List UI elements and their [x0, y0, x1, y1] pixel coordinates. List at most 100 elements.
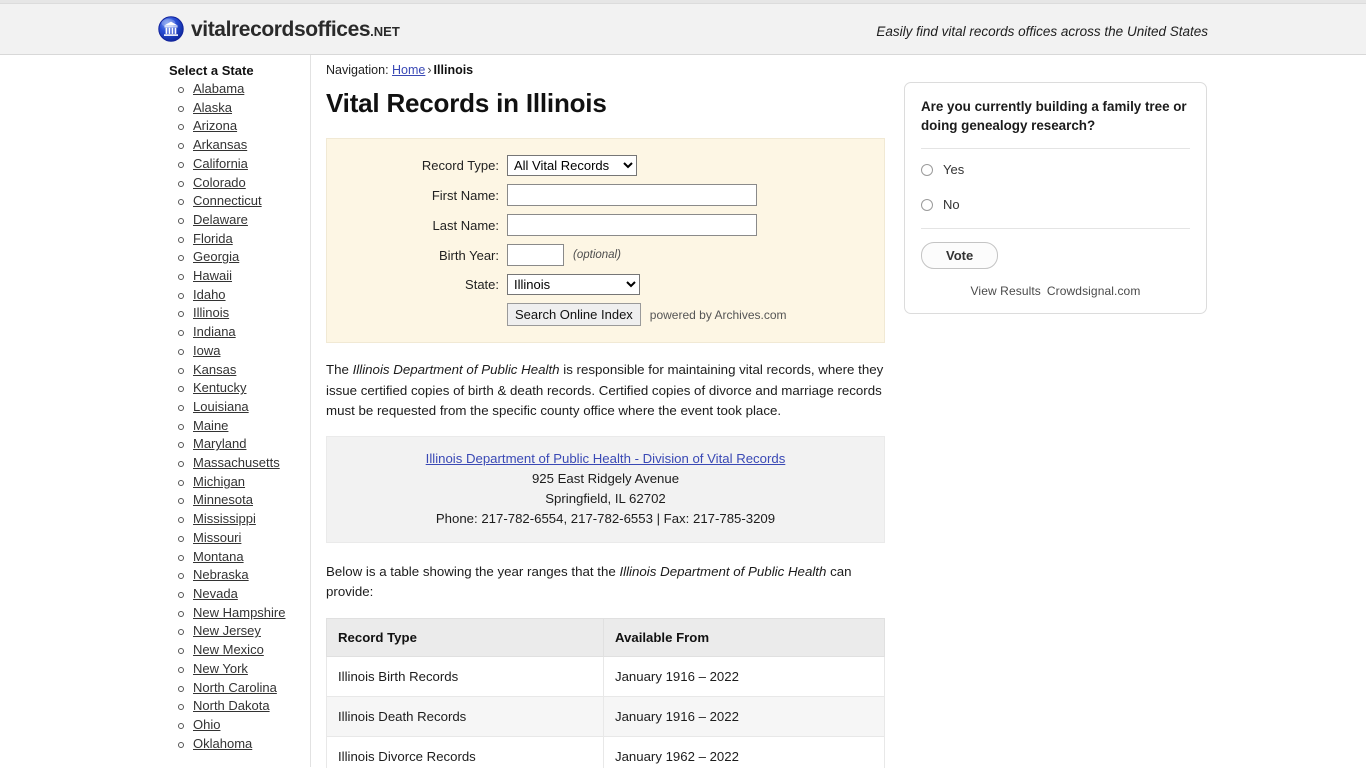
state-link-hawaii[interactable]: Hawaii	[193, 268, 232, 283]
view-results-link[interactable]: View Results	[971, 284, 1041, 298]
state-link-mississippi[interactable]: Mississippi	[193, 511, 256, 526]
list-item: Louisiana	[175, 398, 310, 417]
state-link-new-mexico[interactable]: New Mexico	[193, 642, 264, 657]
state-link-nevada[interactable]: Nevada	[193, 586, 238, 601]
state-link-illinois[interactable]: Illinois	[193, 305, 229, 320]
vote-button[interactable]: Vote	[921, 242, 999, 269]
birth-year-row: Birth Year: (optional)	[327, 244, 884, 266]
list-item: Indiana	[175, 323, 310, 342]
list-item: Kentucky	[175, 379, 310, 398]
state-link-new-jersey[interactable]: New Jersey	[193, 623, 261, 638]
state-link-georgia[interactable]: Georgia	[193, 249, 239, 264]
state-link-arizona[interactable]: Arizona	[193, 118, 237, 133]
state-link-indiana[interactable]: Indiana	[193, 324, 236, 339]
list-item: Nebraska	[175, 566, 310, 585]
breadcrumb-prefix: Navigation:	[326, 63, 389, 77]
crowdsignal-link[interactable]: Crowdsignal.com	[1047, 284, 1141, 298]
state-link-alabama[interactable]: Alabama	[193, 81, 244, 96]
state-link-idaho[interactable]: Idaho	[193, 287, 226, 302]
list-item: Hawaii	[175, 267, 310, 286]
list-item: New Hampshire	[175, 604, 310, 623]
list-item: Maine	[175, 417, 310, 436]
brand-name: vitalrecordsoffices.NET	[191, 17, 400, 41]
poll-option-label: No	[943, 197, 960, 212]
poll-option-no[interactable]: No	[921, 197, 1190, 212]
state-link-alaska[interactable]: Alaska	[193, 100, 232, 115]
records-availability-table: Record Type Available From Illinois Birt…	[326, 617, 885, 768]
list-item: Ohio	[175, 716, 310, 735]
state-link-north-carolina[interactable]: North Carolina	[193, 680, 277, 695]
agency-city-state-zip: Springfield, IL 62702	[545, 490, 666, 506]
breadcrumb: Navigation: Home › Illinois	[326, 63, 886, 77]
state-link-connecticut[interactable]: Connecticut	[193, 193, 262, 208]
list-item: North Dakota	[175, 697, 310, 716]
list-item: Massachusetts	[175, 454, 310, 473]
site-tagline: Easily find vital records offices across…	[876, 24, 1208, 39]
list-item: Michigan	[175, 473, 310, 492]
list-item: North Carolina	[175, 679, 310, 698]
state-link-massachusetts[interactable]: Massachusetts	[193, 455, 280, 470]
state-select[interactable]: Illinois	[507, 274, 640, 295]
radio-button-icon[interactable]	[921, 163, 933, 176]
agency-website-link[interactable]: Illinois Department of Public Health - D…	[426, 451, 786, 466]
state-link-nebraska[interactable]: Nebraska	[193, 567, 249, 582]
main-column: Navigation: Home › Illinois Vital Records …	[326, 63, 886, 768]
birth-year-label: Birth Year:	[439, 247, 499, 263]
state-link-iowa[interactable]: Iowa	[193, 343, 220, 358]
state-link-kansas[interactable]: Kansas	[193, 362, 236, 377]
agency-address-block: Illinois Department of Public Health - D…	[326, 435, 885, 543]
state-link-ohio[interactable]: Ohio	[193, 717, 220, 732]
list-item: California	[175, 155, 310, 174]
list-item: Connecticut	[175, 192, 310, 211]
site-logo[interactable]: vitalrecordsoffices.NET	[158, 16, 400, 42]
genealogy-poll-widget: Are you currently building a family tree…	[904, 82, 1207, 314]
intro-paragraph: The Illinois Department of Public Health…	[326, 360, 884, 422]
page-title: Vital Records in Illinois	[326, 88, 607, 118]
state-link-montana[interactable]: Montana	[193, 549, 244, 564]
search-online-index-button[interactable]: Search Online Index	[507, 303, 641, 326]
list-item: Florida	[175, 230, 310, 249]
state-link-florida[interactable]: Florida	[193, 231, 233, 246]
poll-option-yes[interactable]: Yes	[921, 162, 1190, 177]
aside-column: Are you currently building a family tree…	[904, 82, 1207, 314]
state-link-oklahoma[interactable]: Oklahoma	[193, 736, 252, 751]
state-link-missouri[interactable]: Missouri	[193, 530, 241, 545]
record-type-select[interactable]: All Vital Records	[507, 155, 637, 176]
agency-phone-fax: Phone: 217-782-6554, 217-782-6553 | Fax:…	[435, 510, 776, 526]
state-link-new-hampshire[interactable]: New Hampshire	[193, 605, 285, 620]
last-name-input[interactable]	[507, 214, 757, 236]
table-body: Illinois Birth Records January 1916 – 202…	[326, 655, 885, 768]
state-link-north-dakota[interactable]: North Dakota	[193, 698, 270, 713]
breadcrumb-home-link[interactable]: Home	[392, 63, 425, 77]
list-item: Arizona	[175, 117, 310, 136]
state-row: State: Illinois	[327, 274, 884, 295]
first-name-row: First Name:	[327, 184, 884, 206]
state-link-maryland[interactable]: Maryland	[193, 436, 246, 451]
list-item: Colorado	[175, 174, 310, 193]
submit-row: Search Online Index powered by Archives.…	[327, 303, 884, 326]
state-link-michigan[interactable]: Michigan	[193, 474, 245, 489]
page-body: Select a State Alabama Alaska Arizona Arkan…	[0, 55, 1366, 768]
first-name-label: First Name:	[431, 187, 499, 203]
state-link-new-york[interactable]: New York	[193, 661, 248, 676]
state-link-maine[interactable]: Maine	[193, 418, 228, 433]
radio-button-icon[interactable]	[921, 198, 933, 211]
record-search-form: Record Type: All Vital Records First Nam…	[326, 138, 885, 343]
state-link-kentucky[interactable]: Kentucky	[193, 380, 246, 395]
birth-year-input[interactable]	[507, 244, 564, 266]
last-name-row: Last Name:	[327, 214, 884, 236]
breadcrumb-current: Illinois	[433, 63, 474, 77]
content-area: Navigation: Home › Illinois Vital Records …	[311, 55, 1366, 768]
bank-building-icon	[158, 16, 184, 42]
list-item: Montana	[175, 548, 310, 567]
state-link-arkansas[interactable]: Arkansas	[193, 137, 247, 152]
state-link-colorado[interactable]: Colorado	[193, 175, 246, 190]
state-link-delaware[interactable]: Delaware	[193, 212, 248, 227]
state-link-california[interactable]: California	[193, 156, 248, 171]
first-name-input[interactable]	[507, 184, 757, 206]
table-intro-text-1: Below is a table showing the year ranges…	[326, 563, 620, 579]
list-item: Mississippi	[175, 510, 310, 529]
state-link-louisiana[interactable]: Louisiana	[193, 399, 249, 414]
list-item: Minnesota	[175, 491, 310, 510]
state-link-minnesota[interactable]: Minnesota	[193, 492, 253, 507]
